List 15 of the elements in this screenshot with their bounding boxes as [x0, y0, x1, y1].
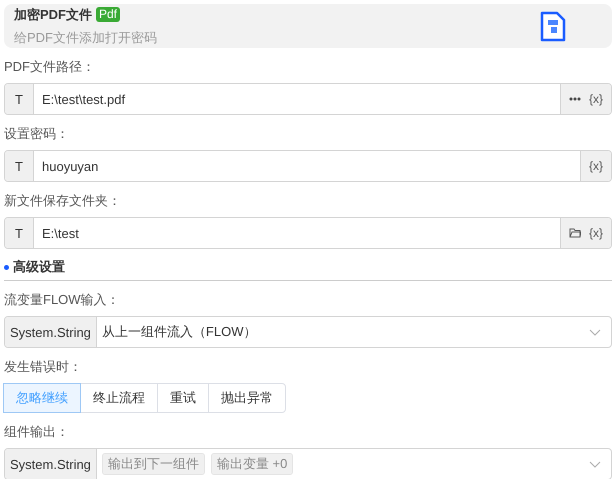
option-button[interactable]: 抛出异常 [208, 383, 286, 413]
field-label: 新文件保存文件夹： [4, 193, 121, 208]
option-button[interactable]: 终止流程 [80, 383, 158, 413]
pdf-file-icon [540, 10, 566, 42]
section-title: 高级设置 [13, 258, 65, 276]
field-label: 发生错误时： [4, 359, 82, 374]
file-type-badge: Pdf [96, 7, 120, 22]
field-label: PDF文件路径： [4, 59, 95, 74]
field-label: 流变量FLOW输入： [4, 292, 120, 307]
tool-description: 给PDF文件添加打开密码 [14, 28, 158, 46]
tool-title: 加密PDF文件 [14, 6, 92, 24]
field-label: 组件输出： [4, 424, 69, 439]
field-label: 设置密码： [4, 126, 69, 141]
option-button[interactable]: 重试 [157, 383, 209, 413]
bullet-icon [4, 264, 9, 270]
